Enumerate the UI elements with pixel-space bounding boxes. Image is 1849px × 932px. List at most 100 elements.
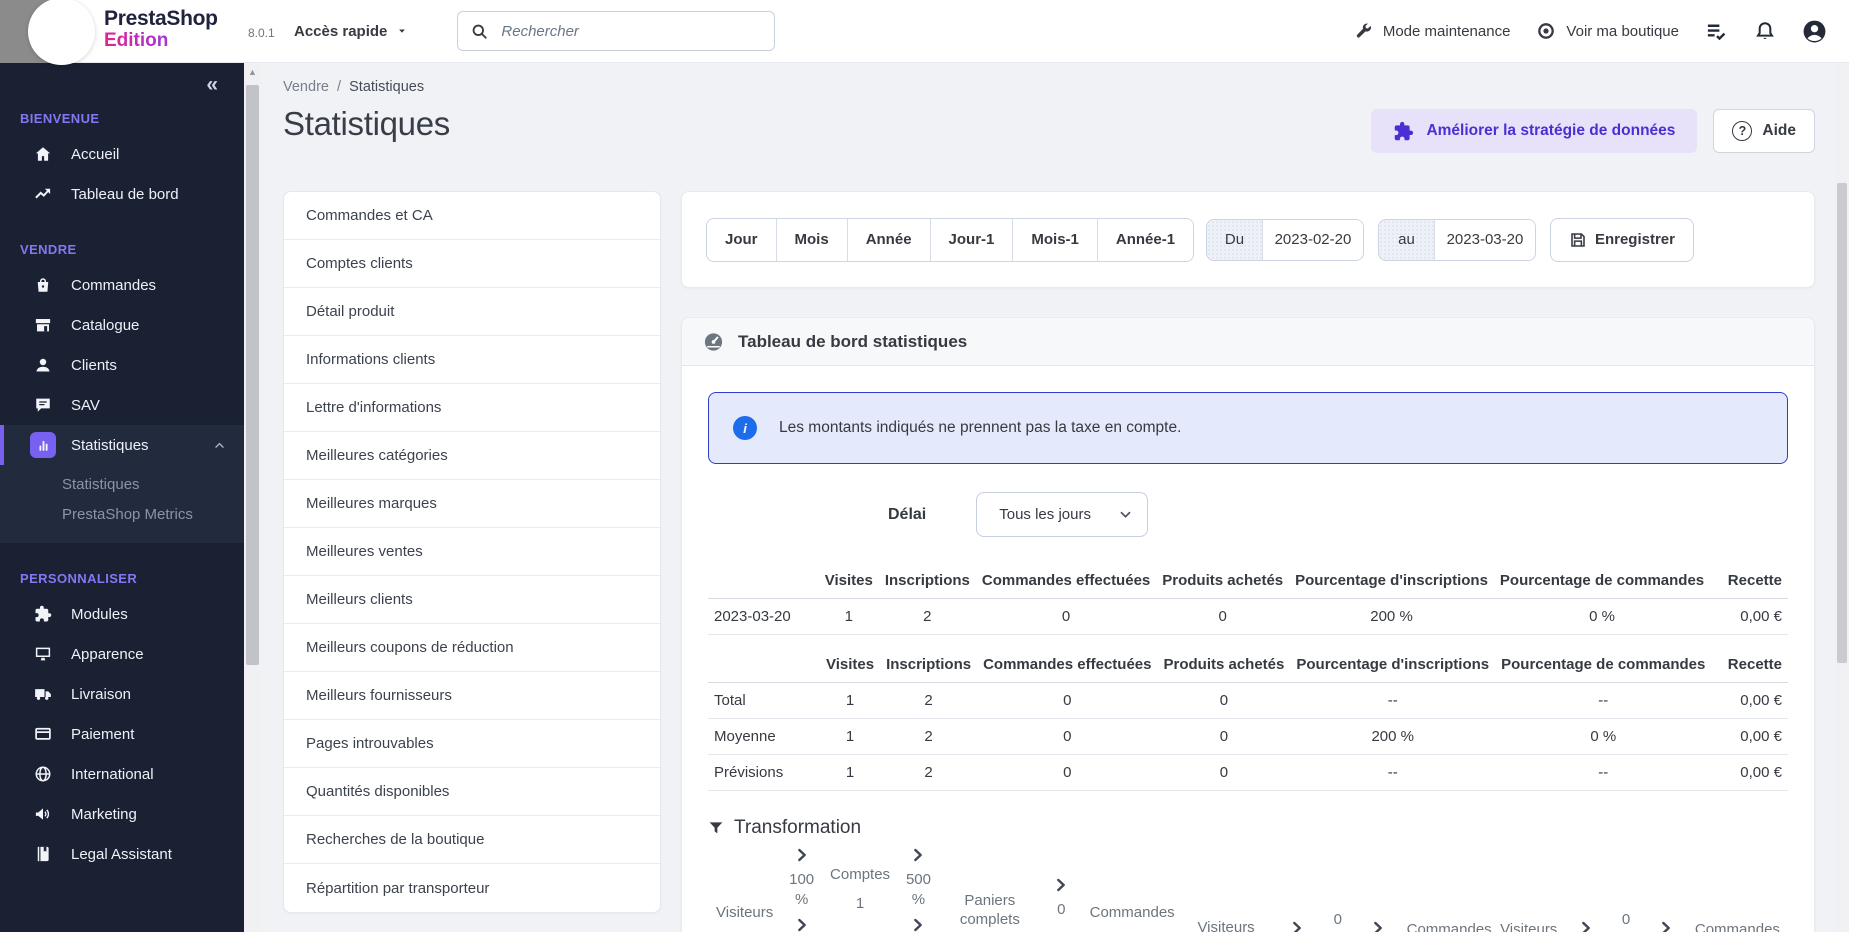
- cell: 2: [880, 754, 978, 792]
- delay-select-value: Tous les jours: [999, 506, 1091, 524]
- column-header-produits-achet-s: Produits achetés: [1156, 563, 1290, 600]
- window-scrollbar[interactable]: [1835, 63, 1849, 932]
- account-icon[interactable]: [1802, 19, 1827, 44]
- stats-nav-item-lettre-d-informations[interactable]: Lettre d'informations: [284, 384, 660, 433]
- stats-nav-item-recherches-de-la-boutique[interactable]: Recherches de la boutique: [284, 816, 660, 865]
- save-button[interactable]: Enregistrer: [1549, 217, 1694, 262]
- collapse-sidebar-button[interactable]: «: [200, 73, 224, 96]
- user-glyph: [34, 356, 52, 374]
- breadcrumb: Vendre / Statistiques: [283, 79, 1815, 95]
- stats-nav-item-meilleurs-clients[interactable]: Meilleurs clients: [284, 576, 660, 625]
- sidebar-item-livraison[interactable]: Livraison: [0, 674, 244, 714]
- breadcrumb-vendre[interactable]: Vendre: [283, 79, 329, 95]
- monitor-glyph: [34, 645, 52, 663]
- daily-stats-table: Visites Inscriptions Commandes effectuées P…: [708, 563, 1788, 636]
- stats-nav-item-meilleurs-coupons-de-r-duction[interactable]: Meilleurs coupons de réduction: [284, 624, 660, 673]
- sidebar-item-apparence[interactable]: Apparence: [0, 634, 244, 674]
- chevron-right-icon: [1053, 877, 1069, 893]
- sidebar-item-clients[interactable]: Clients: [0, 345, 244, 385]
- stats-nav-item-meilleures-marques[interactable]: Meilleures marques: [284, 480, 660, 529]
- period-button-jour[interactable]: Jour: [707, 218, 776, 261]
- sidebar-item-label: Accueil: [71, 145, 120, 163]
- content-scrollbar[interactable]: ▲: [244, 63, 261, 932]
- search-box[interactable]: [457, 11, 776, 51]
- stats-nav-item-meilleures-cat-gories[interactable]: Meilleures catégories: [284, 432, 660, 481]
- row-label: Prévisions: [708, 754, 820, 792]
- content-scrollbar-thumb[interactable]: [246, 85, 259, 665]
- sidebar-item-legal-assistant[interactable]: Legal Assistant: [0, 834, 244, 874]
- puzzle-icon: [30, 605, 56, 623]
- sidebar-item-label: Apparence: [71, 645, 144, 663]
- sidebar-subitem-prestashop-metrics[interactable]: PrestaShop Metrics: [62, 499, 244, 529]
- date-to-input[interactable]: [1434, 219, 1535, 260]
- cell: 1: [818, 598, 879, 636]
- sidebar-item-catalogue[interactable]: Catalogue: [0, 305, 244, 345]
- stats-nav-item-pages-introuvables[interactable]: Pages introuvables: [284, 720, 660, 769]
- date-to-group: au: [1377, 218, 1536, 261]
- funnel-stage-label: Commandes: [1089, 904, 1175, 922]
- sidebar-subitem-statistiques[interactable]: Statistiques: [62, 469, 244, 499]
- improve-data-strategy-button[interactable]: Améliorer la stratégie de données: [1371, 109, 1698, 153]
- delay-select[interactable]: Tous les jours: [976, 492, 1149, 538]
- sidebar-item-sav[interactable]: SAV: [0, 385, 244, 425]
- window-scrollbar-thumb[interactable]: [1837, 183, 1847, 663]
- cell: --: [1495, 682, 1712, 720]
- column-header-visites: Visites: [819, 647, 881, 684]
- sidebar-item-label: Clients: [71, 356, 117, 374]
- sidebar-item-accueil[interactable]: Accueil: [0, 134, 244, 174]
- stats-nav-item-commandes-et-ca[interactable]: Commandes et CA: [284, 192, 660, 241]
- stats-nav-item-informations-clients[interactable]: Informations clients: [284, 336, 660, 385]
- wrench-icon: [1354, 22, 1373, 41]
- sidebar-item-modules[interactable]: Modules: [0, 594, 244, 634]
- chevron-right-icon: [1289, 920, 1305, 932]
- stats-nav-item-quantit-s-disponibles[interactable]: Quantités disponibles: [284, 768, 660, 817]
- sidebar-item-commandes[interactable]: Commandes: [0, 265, 244, 305]
- date-from-input[interactable]: [1262, 219, 1363, 260]
- period-buttons: Jour Mois Année Jour-1 Mois-1 Année-1: [706, 217, 1195, 262]
- date-to-label: au: [1378, 219, 1435, 260]
- sidebar-item-statistiques[interactable]: Statistiques: [0, 425, 244, 465]
- quick-access-button[interactable]: Accès rapide: [288, 22, 415, 41]
- cell: 0: [1156, 598, 1290, 636]
- checklist-icon[interactable]: [1705, 20, 1728, 43]
- tax-notice-alert: i Les montants indiqués ne prennent pas …: [708, 392, 1788, 465]
- cell: --: [1290, 754, 1496, 792]
- funnel-stage-label: Visiteurs: [716, 904, 774, 922]
- sidebar-item-tableau-de-bord[interactable]: Tableau de bord: [0, 174, 244, 214]
- period-button-mois[interactable]: Mois: [775, 218, 847, 261]
- sidebar-item-paiement[interactable]: Paiement: [0, 714, 244, 754]
- stats-nav-item-comptes-clients[interactable]: Comptes clients: [284, 240, 660, 289]
- stats-nav-item-d-tail-produit[interactable]: Détail produit: [284, 288, 660, 337]
- help-button[interactable]: ? Aide: [1713, 109, 1815, 153]
- store-glyph: [34, 316, 52, 334]
- chevron-right-icon: [1578, 920, 1594, 932]
- period-button-mois-1[interactable]: Mois-1: [1012, 218, 1097, 261]
- summary-stats-table: Visites Inscriptions Commandes effectuées P…: [708, 647, 1788, 792]
- funnel-stage-commandes: Commandes0: [1090, 903, 1175, 932]
- stats-nav-item-meilleures-ventes[interactable]: Meilleures ventes: [284, 528, 660, 577]
- stats-nav-item-meilleurs-fournisseurs[interactable]: Meilleurs fournisseurs: [284, 672, 660, 721]
- funnel-stage-label: Paniers complets: [959, 892, 1020, 929]
- view-shop-link[interactable]: Voir ma boutique: [1536, 21, 1679, 41]
- period-button-ann-e-1[interactable]: Année-1: [1096, 218, 1194, 261]
- maintenance-mode-link[interactable]: Mode maintenance: [1354, 22, 1510, 41]
- sidebar-item-marketing[interactable]: Marketing: [0, 794, 244, 834]
- sidebar-item-international[interactable]: International: [0, 754, 244, 794]
- column-header-inscriptions: Inscriptions: [880, 647, 978, 684]
- trend-icon: [30, 185, 56, 203]
- search-input[interactable]: [499, 21, 763, 41]
- period-button-jour-1[interactable]: Jour-1: [929, 218, 1013, 261]
- bell-icon[interactable]: [1754, 20, 1776, 42]
- funnel-stage-commandes: Commandes: [1695, 920, 1780, 932]
- column-header-commandes-effectu-es: Commandes effectuées: [977, 647, 1158, 684]
- truck-glyph: [34, 685, 52, 703]
- gauge-icon: [702, 330, 725, 353]
- prestashop-logo[interactable]: PrestaShop Edition 8.0.1: [0, 0, 275, 65]
- scrollbar-up-arrow[interactable]: ▲: [244, 63, 261, 80]
- cell: 200 %: [1290, 718, 1496, 756]
- caret-down-icon: [395, 24, 409, 38]
- stats-nav-item-r-partition-par-transporteur[interactable]: Répartition par transporteur: [284, 864, 660, 912]
- column-header-produits-achet-s: Produits achetés: [1157, 647, 1291, 684]
- sidebar-item-label: Commandes: [71, 276, 157, 294]
- period-button-ann-e[interactable]: Année: [846, 218, 930, 261]
